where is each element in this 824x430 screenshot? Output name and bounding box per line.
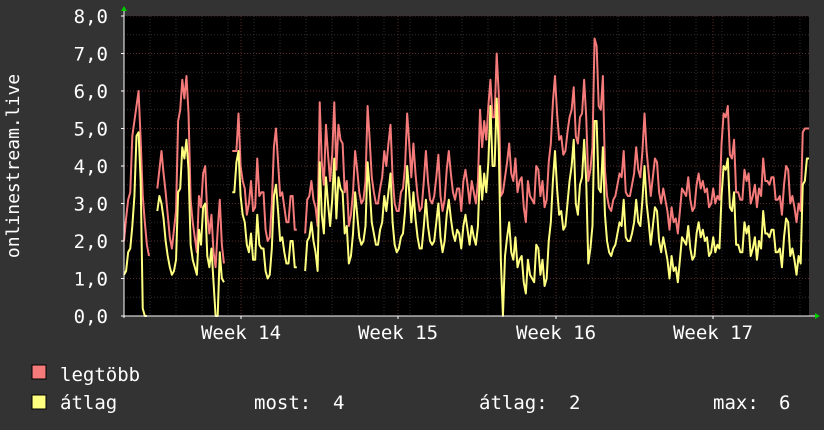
y-tick-label: 0,0 [74, 306, 108, 328]
y-tick-label: 6,0 [74, 81, 108, 103]
stat-max-label: max: [713, 392, 759, 414]
stat-max-value: 6 [779, 392, 790, 414]
x-tick-label: Week 17 [673, 322, 753, 344]
y-tick-label: 1,0 [74, 269, 108, 291]
y-tick-label: 5,0 [74, 119, 108, 141]
legend-label-atlag: átlag [60, 392, 117, 414]
y-axis-arrow-icon [121, 6, 127, 11]
legend-swatch-legtobb [31, 364, 47, 380]
y-tick-labels: 0,0 1,0 2,0 3,0 4,0 5,0 6,0 7,0 8,0 [74, 6, 108, 328]
x-tick-label: Week 14 [201, 322, 281, 344]
y-tick-label: 4,0 [74, 156, 108, 178]
y-tick-label: 8,0 [74, 6, 108, 28]
y-tick-label: 3,0 [74, 194, 108, 216]
x-tick-label: Week 16 [516, 322, 596, 344]
x-axis-arrow-icon [815, 313, 820, 319]
x-tick-label: Week 15 [358, 322, 438, 344]
x-tick-labels: Week 14 Week 15 Week 16 Week 17 [201, 322, 753, 344]
y-tick-label: 7,0 [74, 44, 108, 66]
legend-swatch-atlag [31, 394, 47, 410]
y-axis-title: onlinestream.live [3, 74, 24, 258]
stat-avg-label: átlag: [479, 392, 548, 414]
y-tick-label: 2,0 [74, 231, 108, 253]
legend: legtöbb átlag most: 4 átlag: 2 max: 6 [31, 364, 790, 414]
chart-svg: 0,01,02,03,04,05,06,07,08,0 Week 14 Week … [3, 6, 820, 414]
stat-most-value: 4 [333, 392, 344, 414]
chart-container: 0,0 1,0 2,0 3,0 4,0 5,0 6,0 7,0 8,0 Week 14 Week … [0, 0, 824, 430]
stat-most-label: most: [254, 392, 311, 414]
legend-label-legtobb: legtöbb [60, 364, 140, 386]
stat-avg-value: 2 [569, 392, 580, 414]
